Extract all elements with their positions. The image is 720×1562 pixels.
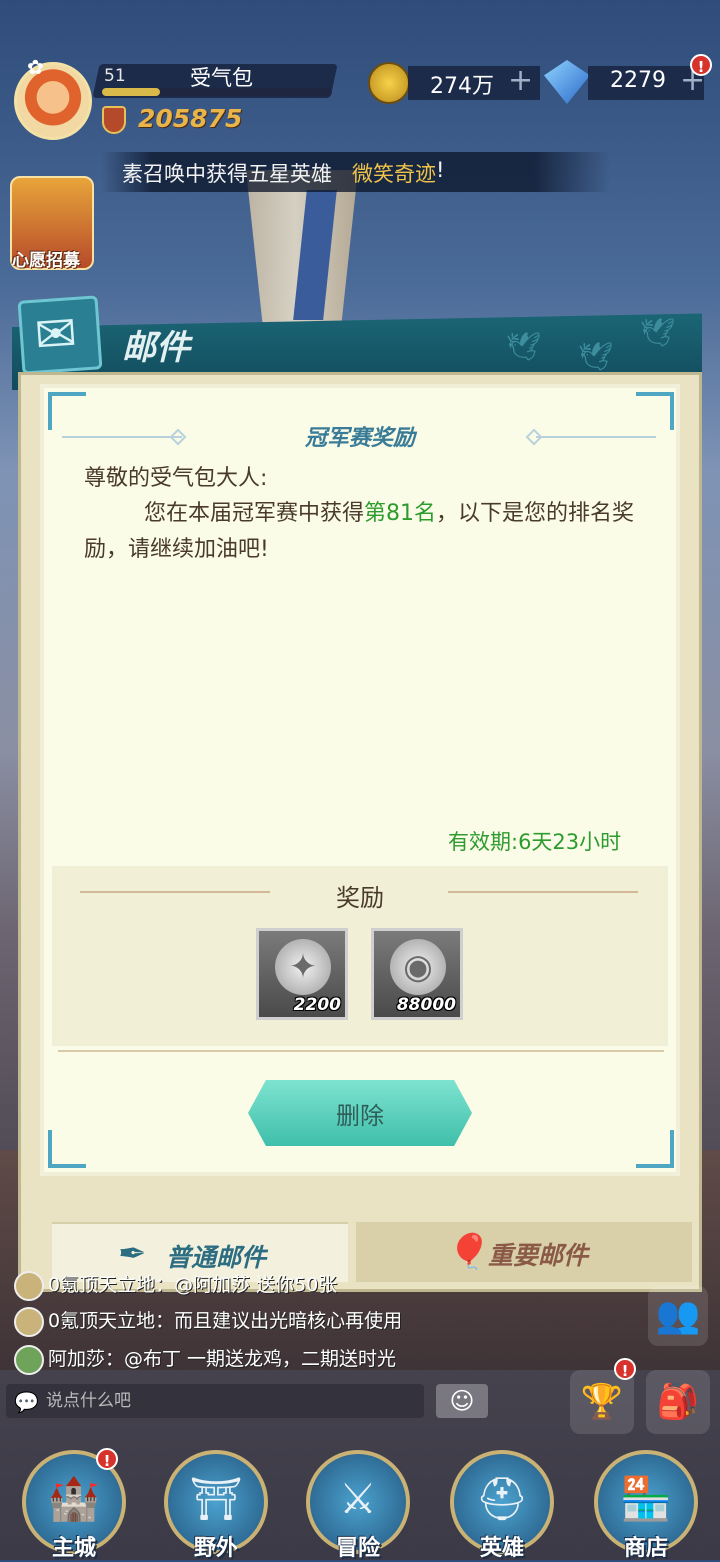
bird-decoration-icon: 🕊 <box>506 330 542 363</box>
quill-icon: ✒ <box>118 1234 147 1274</box>
emoji-button[interactable]: ☺ <box>436 1384 488 1418</box>
reward-quantity: 2200 <box>293 995 341 1015</box>
player-level: 51 <box>104 66 126 86</box>
corner-ornament <box>636 1130 674 1168</box>
portal-icon: ⛩ <box>189 1474 243 1523</box>
main-city-alert-badge: ! <box>96 1448 118 1470</box>
tab-important-mail[interactable]: 🎈 重要邮件 <box>356 1222 692 1282</box>
shop-icon: 🏪 <box>619 1474 673 1523</box>
announcement-marquee: 素召唤中获得五星英雄 微笑奇迹 ! <box>102 152 610 192</box>
gold-coin-icon <box>368 62 410 104</box>
reward-bottom-divider <box>58 1050 664 1052</box>
reward-title: 奖励 <box>336 884 384 912</box>
nav-label: 野外 <box>193 1536 238 1561</box>
mail-validity: 有效期:6天23小时 <box>448 830 622 854</box>
smiley-icon: ☺ <box>449 1387 475 1415</box>
delete-mail-button[interactable]: 删除 <box>248 1080 472 1146</box>
power-shield-icon <box>102 106 126 134</box>
backpack-icon: 🎒 <box>656 1382 700 1422</box>
chat-message: 阿加莎：@布丁 一期送龙鸡，二期送时光 <box>14 1344 396 1375</box>
reward-item-coin[interactable]: ◉ 88000 <box>371 928 463 1020</box>
mail-rank: 第81名 <box>364 501 437 526</box>
reward-item-honor[interactable]: ✦ 2200 <box>256 928 348 1020</box>
exp-bar <box>102 88 332 96</box>
gem-amount: 2279 <box>610 68 666 93</box>
corner-ornament <box>48 1130 86 1168</box>
chat-input[interactable] <box>6 1384 424 1418</box>
balloon-icon: 🎈 <box>444 1232 487 1272</box>
bird-decoration-icon: 🕊 <box>640 316 676 349</box>
chat-message: 0氪顶天立地：而且建议出光暗核心再使用 <box>14 1306 402 1337</box>
exp-fill <box>102 88 160 96</box>
gem-alert-badge: ! <box>690 54 712 76</box>
chat-avatar <box>14 1270 44 1301</box>
mail-body-text: 您在本届冠军赛中获得 <box>144 501 365 526</box>
tab-normal-label: 普通邮件 <box>166 1243 267 1272</box>
backpack-button[interactable]: 🎒 <box>646 1370 710 1434</box>
nav-label: 冒险 <box>335 1536 380 1561</box>
castle-icon: 🏰 <box>47 1474 101 1523</box>
silver-coin-icon: ◉ <box>390 939 446 995</box>
wish-recruit-label: 心愿招募 <box>12 251 80 271</box>
player-avatar[interactable]: ✿ <box>14 55 92 140</box>
marquee-hero-name: 微笑奇迹 <box>352 162 436 186</box>
nav-adventure[interactable]: ⚔ 冒险 <box>302 1444 418 1561</box>
chat-text: 0氪顶天立地：而且建议出光暗核心再使用 <box>48 1310 403 1332</box>
nav-shop[interactable]: 🏪 商店 <box>590 1444 706 1561</box>
chat-text: 0氪顶天立地：@阿加莎 送你50张 <box>48 1274 338 1296</box>
nav-label: 商店 <box>623 1536 668 1561</box>
helmet-icon: ⛑ <box>475 1474 529 1523</box>
nav-heroes[interactable]: ⛑ 英雄 <box>446 1444 562 1561</box>
ranking-alert-badge: ! <box>614 1358 636 1380</box>
friends-button[interactable]: 👥 <box>648 1286 708 1346</box>
mail-window-title: 邮件 <box>122 328 190 368</box>
add-gold-icon[interactable]: + <box>508 66 533 96</box>
friends-icon: 👥 <box>655 1295 701 1336</box>
gold-amount: 274万 <box>430 74 494 99</box>
nav-label: 主城 <box>51 1536 96 1561</box>
diamond-icon <box>544 60 590 104</box>
chat-avatar <box>14 1306 44 1337</box>
tab-important-label: 重要邮件 <box>488 1241 589 1270</box>
combat-power: 205875 <box>138 104 243 133</box>
mail-envelope-icon <box>17 295 103 375</box>
chat-message: 0氪顶天立地：@阿加莎 送你50张 <box>14 1270 337 1301</box>
marquee-prefix: 素召唤中获得五星英雄 <box>122 162 332 186</box>
sword-icon: ⚔ <box>339 1474 377 1523</box>
honor-badge-icon: ✦ <box>275 939 331 995</box>
chat-avatar <box>14 1344 44 1375</box>
mail-greeting: 尊敬的受气包大人: <box>84 466 268 491</box>
podium-icon: 🏆 <box>580 1382 624 1422</box>
reward-quantity: 88000 <box>396 995 456 1015</box>
mail-body: 您在本届冠军赛中获得第81名，以下是您的排名奖励，请继续加油吧! <box>84 496 644 568</box>
mail-subject: 冠军赛奖励 <box>304 426 415 451</box>
chat-bubble-icon: 💬 <box>14 1390 39 1414</box>
marquee-suffix: ! <box>436 158 445 182</box>
bird-decoration-icon: 🕊 <box>578 340 614 373</box>
nav-label: 英雄 <box>479 1536 524 1561</box>
avatar-deco-icon: ✿ <box>27 55 44 79</box>
chat-text: 阿加莎：@布丁 一期送龙鸡，二期送时光 <box>48 1348 397 1370</box>
nav-wild[interactable]: ⛩ 野外 <box>160 1444 276 1561</box>
